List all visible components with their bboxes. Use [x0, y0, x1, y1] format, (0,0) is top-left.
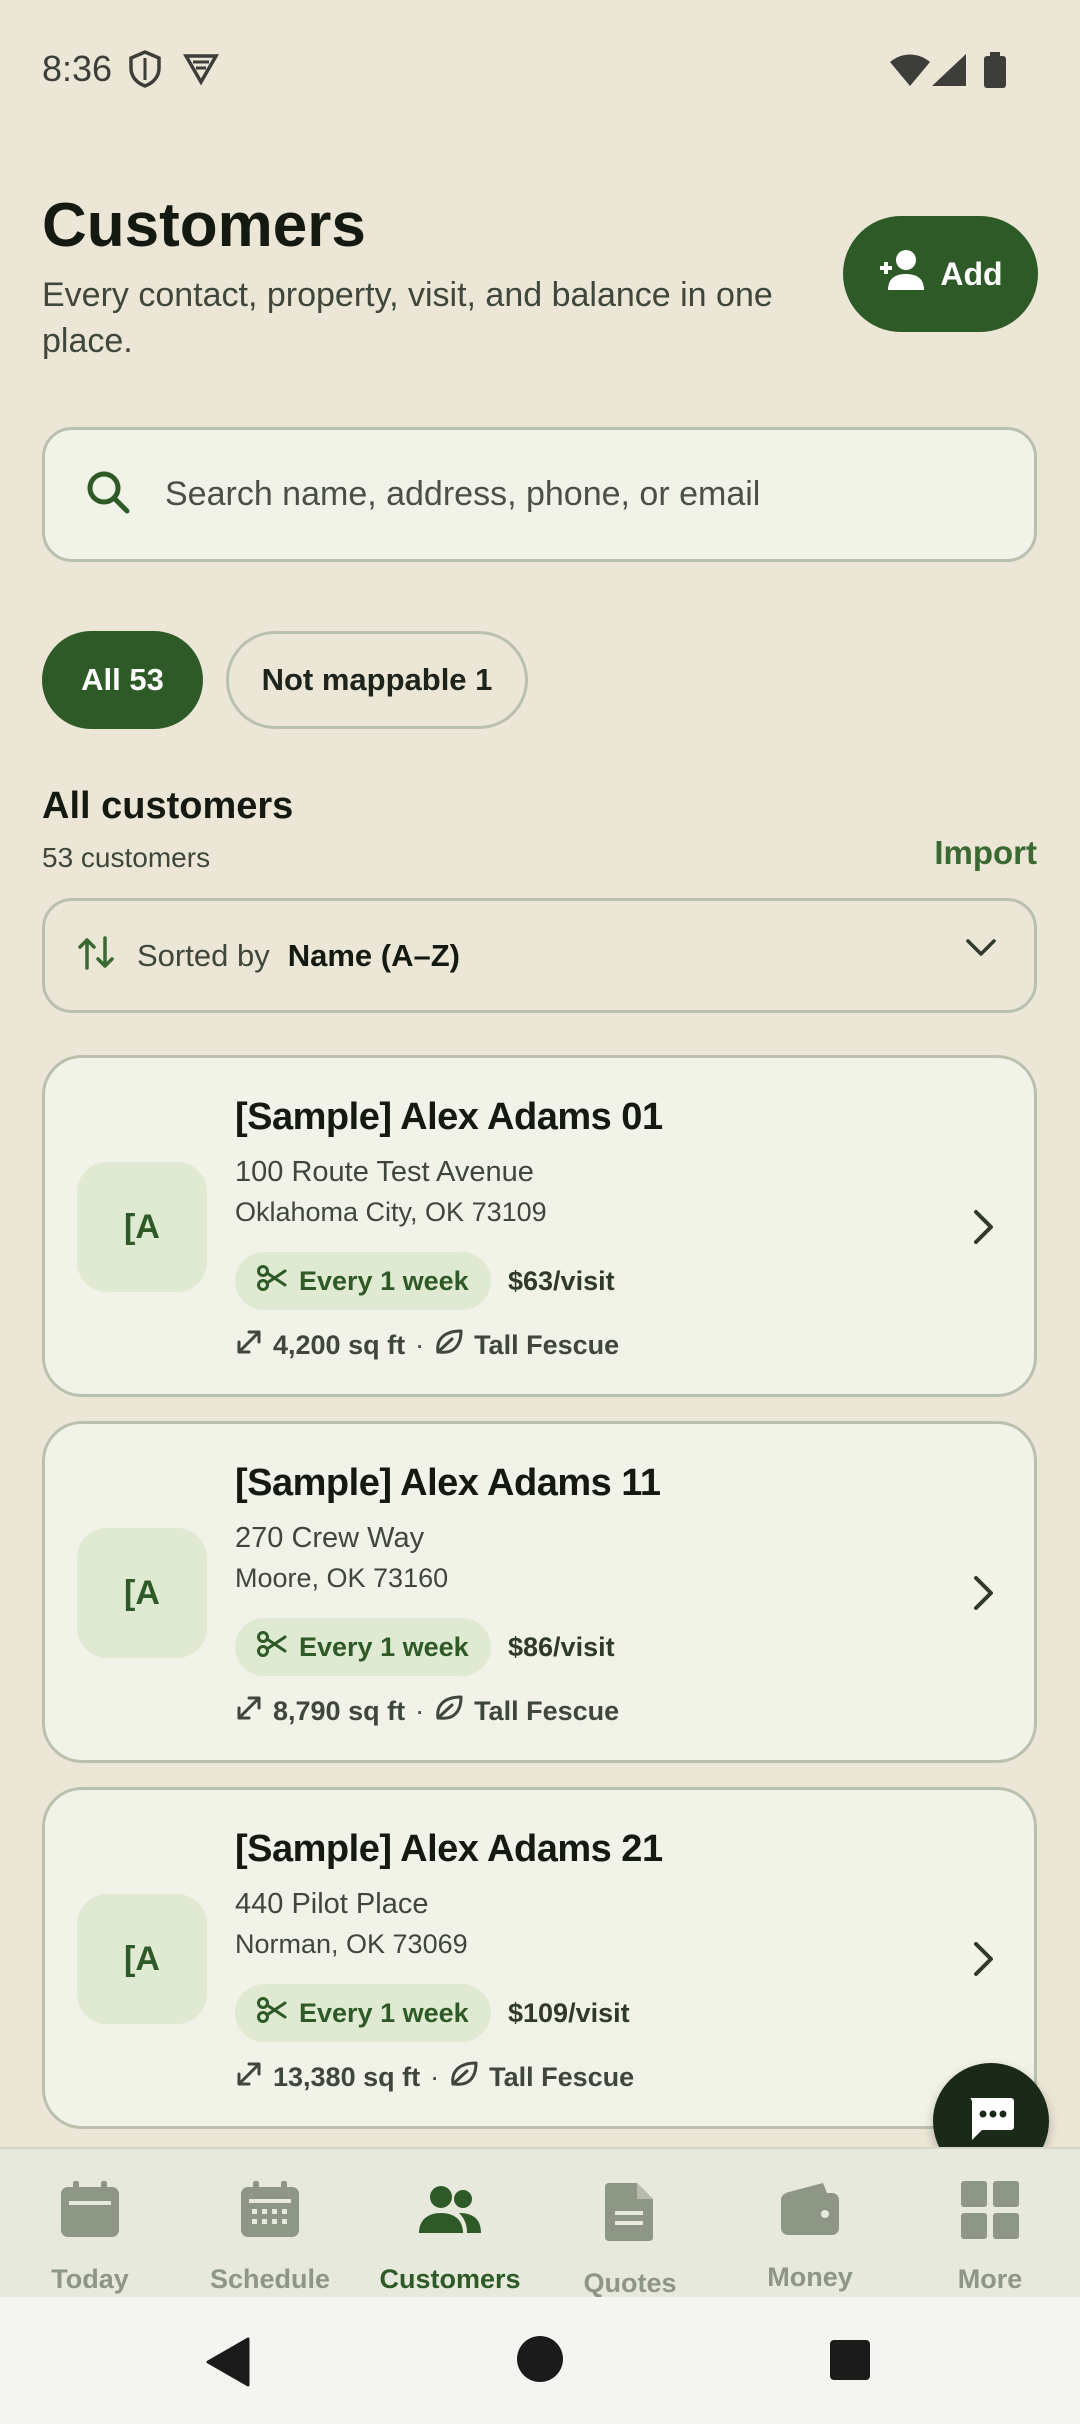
nav-item-quotes[interactable]: Quotes [540, 2149, 720, 2298]
sort-icon [77, 936, 117, 975]
grass-type: Tall Fescue [489, 2062, 635, 2092]
frequency-label: Every 1 week [299, 1997, 469, 2028]
customer-card[interactable]: [A [Sample] Alex Adams 01 100 Route Test… [42, 1055, 1037, 1397]
customer-city: Norman, OK 73069 [235, 1929, 468, 1959]
lawn-area: 13,380 sq ft [273, 2062, 421, 2092]
chevron-right-icon [972, 1940, 996, 1983]
lawn-area: 8,790 sq ft [273, 1696, 406, 1726]
sort-value: Name (A–Z) [287, 937, 460, 973]
customer-city: Oklahoma City, OK 73109 [235, 1197, 547, 1227]
vpn-icon [182, 50, 220, 91]
avatar: [A [77, 1162, 207, 1292]
sort-dropdown[interactable]: Sorted by Name (A–Z) [42, 898, 1037, 1013]
scissors-icon [257, 1630, 287, 1664]
customer-name: [Sample] Alex Adams 21 [235, 1828, 663, 1870]
leaf-icon [434, 1694, 464, 1729]
customer-card[interactable]: [A [Sample] Alex Adams 11 270 Crew Way M… [42, 1421, 1037, 1763]
nav-label: Schedule [209, 2264, 331, 2294]
nav-label: Quotes [583, 2268, 677, 2298]
customer-name: [Sample] Alex Adams 01 [235, 1096, 663, 1138]
nav-label: Today [51, 2264, 129, 2294]
search-box[interactable] [42, 427, 1037, 562]
expand-arrows-icon [235, 1328, 263, 1363]
grass-type: Tall Fescue [474, 1330, 620, 1360]
filter-chip-all[interactable]: All 53 [42, 631, 203, 729]
signal-icon [932, 54, 966, 91]
status-time: 8:36 [42, 48, 113, 89]
search-input[interactable] [165, 475, 1005, 514]
property-meta: 4,200 sq ft · Tall Fescue [235, 1328, 619, 1363]
calendar-icon [239, 2181, 301, 2244]
frequency-badge: Every 1 week [235, 1252, 491, 1310]
meta-separator: · [415, 1696, 425, 1726]
nav-label: Money [767, 2262, 853, 2292]
chevron-right-icon [972, 1208, 996, 1251]
frequency-label: Every 1 week [299, 1265, 469, 1296]
search-icon [85, 469, 131, 520]
customer-street: 270 Crew Way [235, 1522, 425, 1554]
document-icon [605, 2181, 655, 2248]
page-subtitle: Every contact, property, visit, and bala… [42, 276, 773, 360]
add-button-label: Add [940, 255, 1003, 292]
wallet-icon [779, 2181, 841, 2242]
scissors-icon [257, 1264, 287, 1298]
filter-chip-not-mappable[interactable]: Not mappable 1 [226, 631, 528, 729]
customer-street: 100 Route Test Avenue [235, 1156, 534, 1188]
home-icon[interactable] [516, 2335, 564, 2388]
nav-item-schedule[interactable]: Schedule [180, 2149, 360, 2297]
chat-bubble-icon [966, 2096, 1016, 2147]
page-title: Customers [42, 191, 366, 260]
customer-count: 53 customers [42, 842, 211, 873]
expand-arrows-icon [235, 1694, 263, 1729]
section-title: All customers [42, 785, 294, 827]
meta-separator: · [415, 1330, 425, 1360]
system-nav-bar [0, 2297, 1080, 2424]
grid-icon [961, 2181, 1019, 2244]
people-icon [417, 2181, 483, 2244]
leaf-icon [434, 1328, 464, 1363]
wifi-icon [890, 54, 930, 91]
scissors-icon [257, 1996, 287, 2030]
frequency-badge: Every 1 week [235, 1618, 491, 1676]
leaf-icon [449, 2060, 479, 2095]
grass-type: Tall Fescue [474, 1696, 620, 1726]
nav-item-customers[interactable]: Customers [360, 2149, 540, 2297]
status-bar: 8:36 [0, 0, 1080, 140]
sort-prefix: Sorted by [137, 937, 270, 973]
expand-arrows-icon [235, 2060, 263, 2095]
frequency-label: Every 1 week [299, 1631, 469, 1662]
battery-icon [984, 52, 1006, 93]
add-customer-button[interactable]: Add [843, 216, 1038, 332]
property-meta: 13,380 sq ft · Tall Fescue [235, 2060, 634, 2095]
avatar: [A [77, 1894, 207, 2024]
import-link[interactable]: Import [934, 834, 1037, 872]
visit-price: $63/visit [508, 1266, 615, 1296]
shield-icon [128, 50, 162, 93]
add-person-icon [878, 248, 926, 300]
customer-card[interactable]: [A [Sample] Alex Adams 21 440 Pilot Plac… [42, 1787, 1037, 2129]
visit-price: $86/visit [508, 1632, 615, 1662]
bottom-nav: Today Schedule Customers Quotes Money Mo… [0, 2147, 1080, 2298]
back-icon[interactable] [204, 2337, 250, 2392]
lawn-area: 4,200 sq ft [273, 1330, 406, 1360]
customer-street: 440 Pilot Place [235, 1888, 429, 1920]
property-meta: 8,790 sq ft · Tall Fescue [235, 1694, 619, 1729]
recents-icon[interactable] [829, 2339, 871, 2386]
customer-city: Moore, OK 73160 [235, 1563, 449, 1593]
visit-price: $109/visit [508, 1998, 630, 2028]
chevron-down-icon [964, 937, 998, 964]
customer-name: [Sample] Alex Adams 11 [235, 1462, 661, 1504]
chevron-right-icon [972, 1574, 996, 1617]
avatar: [A [77, 1528, 207, 1658]
nav-label: Customers [379, 2264, 521, 2294]
today-icon [59, 2181, 121, 2244]
meta-separator: · [430, 2062, 440, 2092]
nav-item-more[interactable]: More [900, 2149, 1080, 2297]
frequency-badge: Every 1 week [235, 1984, 491, 2042]
nav-item-today[interactable]: Today [0, 2149, 180, 2297]
nav-label: More [957, 2264, 1023, 2294]
nav-item-money[interactable]: Money [720, 2149, 900, 2297]
